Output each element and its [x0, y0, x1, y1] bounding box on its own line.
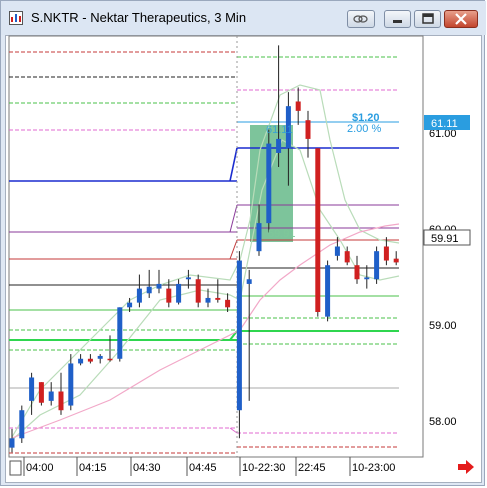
candle-body[interactable] — [38, 382, 44, 403]
candle-body[interactable] — [295, 101, 301, 111]
candle-body[interactable] — [393, 258, 399, 263]
time-label: 04:00 — [26, 462, 54, 474]
scroll-handle[interactable] — [9, 460, 22, 476]
candle-body[interactable] — [236, 260, 242, 411]
time-label: 04:15 — [79, 462, 107, 474]
box-top-label: 61.11 — [266, 124, 293, 136]
candle-body[interactable] — [97, 355, 103, 359]
time-label: 04:45 — [189, 462, 217, 474]
time-label: 04:30 — [133, 462, 161, 474]
last-price-tag: 59.91 — [431, 233, 459, 245]
candle-body[interactable] — [383, 246, 389, 261]
candle-body[interactable] — [107, 358, 113, 361]
candle-body[interactable] — [176, 283, 182, 303]
candle-body[interactable] — [344, 251, 350, 263]
candle-body[interactable] — [334, 246, 340, 256]
range-pct-label: 2.00 % — [347, 123, 381, 135]
candle-body[interactable] — [19, 410, 25, 439]
candle-body[interactable] — [195, 279, 201, 303]
price-chart[interactable]: $1.20 2.00 % 61.11 59.91 61.00 60.00 59.… — [0, 0, 487, 488]
candle-body[interactable] — [374, 251, 380, 280]
candle-body[interactable] — [266, 143, 272, 224]
box-bottom-label: 59.91 — [268, 228, 296, 240]
candle-body[interactable] — [205, 297, 211, 303]
candle-body[interactable] — [117, 307, 123, 359]
candle-body[interactable] — [166, 288, 172, 303]
candle-body[interactable] — [246, 279, 252, 284]
candle-body[interactable] — [305, 120, 311, 139]
price-label: 59.00 — [429, 320, 457, 332]
candle-body[interactable] — [225, 299, 231, 308]
current-price-tag: 61.11 — [431, 118, 458, 130]
candle-body[interactable] — [127, 302, 133, 308]
candle-body[interactable] — [146, 286, 152, 294]
candle-body[interactable] — [156, 283, 162, 289]
candle-body[interactable] — [215, 297, 221, 300]
candle-body[interactable] — [48, 391, 54, 401]
scroll-right-arrow-icon[interactable] — [458, 460, 474, 474]
candle-body[interactable] — [58, 391, 64, 411]
candle-body[interactable] — [9, 438, 15, 448]
candle-body[interactable] — [364, 277, 370, 280]
candle-body[interactable] — [78, 358, 84, 364]
time-label: 10-23:00 — [352, 462, 395, 474]
candle-body[interactable] — [276, 138, 282, 153]
candle-body[interactable] — [29, 377, 35, 401]
candle-body[interactable] — [256, 223, 262, 252]
candle-body[interactable] — [87, 358, 93, 362]
candle-body[interactable] — [68, 363, 74, 406]
time-label: 22:45 — [298, 462, 326, 474]
candle-body[interactable] — [315, 148, 321, 312]
candle-body[interactable] — [185, 277, 191, 280]
candle-body[interactable] — [136, 288, 142, 303]
candle-body[interactable] — [354, 265, 360, 280]
price-label: 58.00 — [429, 416, 457, 428]
time-label: 10-22:30 — [242, 462, 285, 474]
candle-body[interactable] — [325, 265, 331, 317]
